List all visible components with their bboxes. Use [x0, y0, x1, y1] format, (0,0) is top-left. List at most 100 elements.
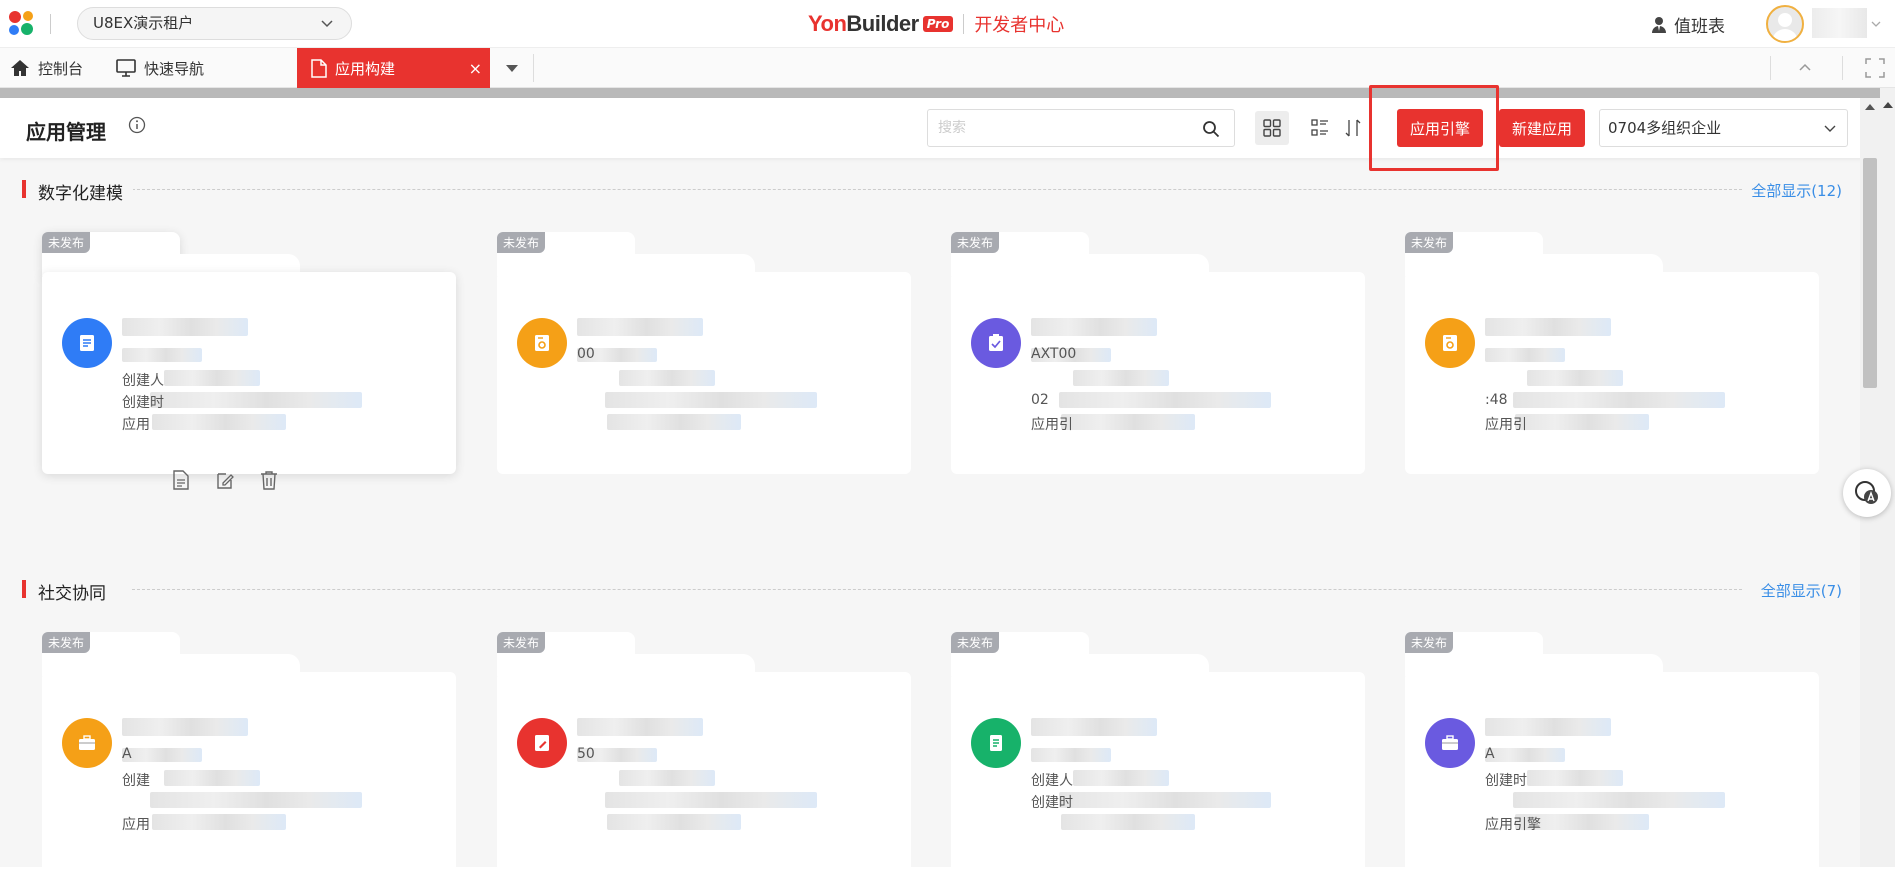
- list-view-button[interactable]: [1303, 111, 1337, 145]
- status-badge: 未发布: [951, 632, 1000, 653]
- brand: YonBuilder Pro 开发者中心: [808, 10, 1064, 38]
- avatar[interactable]: [1766, 5, 1804, 43]
- delete-icon[interactable]: [260, 470, 278, 490]
- form-icon: [80, 335, 94, 351]
- created-time-label: :48: [1485, 392, 1508, 408]
- logo-divider: [50, 14, 51, 34]
- show-all-link[interactable]: 全部显示(7): [1754, 580, 1842, 601]
- app-code-blurred: [1485, 348, 1565, 362]
- app-code-text: 50: [577, 746, 595, 762]
- app-code-blurred: [122, 348, 202, 362]
- monitor-icon: [116, 59, 136, 77]
- app-code-text: A: [122, 746, 132, 762]
- gear-doc-icon: [535, 335, 549, 351]
- app-name-blurred: [122, 718, 248, 736]
- page-title: 应用管理: [26, 120, 106, 144]
- app-engine-label: 应用: [122, 817, 150, 833]
- tenant-label: U8EX演示租户: [93, 14, 194, 32]
- tab-bar: 控制台 快速导航 应用构建 ×: [0, 48, 1895, 88]
- chevron-down-icon: [321, 20, 333, 28]
- tabs-dropdown-icon[interactable]: [498, 56, 526, 80]
- app-name-blurred: [1485, 318, 1611, 336]
- edit-doc-icon: [535, 735, 549, 751]
- app-card[interactable]: 未发布 00: [497, 232, 911, 474]
- created-time-label: 02: [1031, 392, 1049, 408]
- creator-blurred: [164, 370, 260, 386]
- app-engine-label: 应用引: [1485, 417, 1527, 433]
- app-name-blurred: [1031, 318, 1157, 336]
- app-engine-label: 应用引擎: [1485, 817, 1541, 833]
- tab-quick-nav[interactable]: 快速导航: [116, 48, 204, 88]
- info-icon[interactable]: [128, 116, 146, 134]
- frame-separator: [0, 88, 1895, 98]
- edit-icon[interactable]: [216, 470, 234, 490]
- created-time-blurred: [150, 392, 362, 408]
- user-name-blurred[interactable]: [1812, 8, 1867, 38]
- app-code-blurred: [1485, 748, 1565, 762]
- sort-button[interactable]: [1343, 111, 1363, 145]
- new-app-button[interactable]: 新建应用: [1499, 109, 1585, 147]
- app-name-blurred: [577, 718, 703, 736]
- app-name-blurred: [122, 318, 248, 336]
- sort-icon: [1345, 119, 1361, 137]
- search-icon[interactable]: [1202, 120, 1220, 138]
- app-card[interactable]: 未发布 A 创建 应用: [42, 632, 456, 874]
- app-name-blurred: [577, 318, 703, 336]
- document-icon: [311, 58, 327, 78]
- scrollbar-thumb[interactable]: [1863, 158, 1877, 388]
- app-logo-icon[interactable]: [6, 8, 38, 40]
- section-header: 数字化建模 全部显示(12): [22, 179, 1842, 204]
- assistant-float-button[interactable]: [1843, 469, 1891, 517]
- created-time-blurred: [1513, 392, 1725, 408]
- tab-app-build[interactable]: 应用构建 ×: [297, 48, 490, 88]
- org-selector-value: 0704多组织企业: [1608, 119, 1722, 137]
- close-tab-icon[interactable]: ×: [469, 59, 482, 78]
- app-card[interactable]: 未发布 创建人 创建时 应用: [42, 232, 456, 490]
- creator-blurred: [164, 770, 260, 786]
- view-doc-icon[interactable]: [172, 470, 190, 490]
- created-time-label: 创建时: [122, 395, 164, 411]
- scroll-up-arrow[interactable]: [1865, 104, 1875, 110]
- grid-view-icon: [1263, 119, 1281, 137]
- divider: [533, 54, 534, 82]
- duty-schedule-link[interactable]: 值班表: [1650, 12, 1725, 37]
- creator-blurred: [1527, 370, 1623, 386]
- app-engine-blurred: [1515, 414, 1649, 430]
- brand-logo: YonBuilder: [808, 11, 919, 36]
- creator-label: 创建: [122, 773, 150, 789]
- created-time-blurred: [605, 392, 817, 408]
- gear-doc-icon: [1443, 335, 1457, 351]
- assistant-icon: [1855, 481, 1878, 504]
- fullscreen-icon[interactable]: [1865, 58, 1885, 78]
- created-time-blurred: [1059, 392, 1271, 408]
- tab-console[interactable]: 控制台: [10, 48, 83, 88]
- top-bar: U8EX演示租户 YonBuilder Pro 开发者中心 值班表: [0, 0, 1895, 48]
- app-engine-button[interactable]: 应用引擎: [1397, 109, 1483, 147]
- chevron-down-icon[interactable]: [1870, 18, 1882, 30]
- status-badge: 未发布: [42, 632, 91, 653]
- search-input[interactable]: [928, 110, 1178, 146]
- app-card[interactable]: 未发布 :48 应用引: [1405, 232, 1819, 474]
- divider: [1770, 56, 1771, 80]
- created-time-blurred: [150, 792, 362, 808]
- page-header: 应用管理 应用引擎 新建应用 0704多组织企业: [0, 98, 1880, 158]
- tenant-selector[interactable]: U8EX演示租户: [77, 7, 352, 40]
- grid-view-button[interactable]: [1255, 111, 1289, 145]
- app-card[interactable]: 未发布 50: [497, 632, 911, 874]
- created-time-blurred: [1513, 792, 1725, 808]
- scroll-up-arrow[interactable]: [1883, 102, 1893, 108]
- app-icon: [62, 318, 112, 368]
- org-selector[interactable]: 0704多组织企业: [1599, 109, 1848, 147]
- section-title: 数字化建模: [38, 179, 133, 204]
- show-all-link[interactable]: 全部显示(12): [1745, 180, 1842, 201]
- app-card[interactable]: 未发布 A 创建时 应用引擎: [1405, 632, 1819, 874]
- app-engine-label: 应用: [122, 417, 150, 433]
- chevron-up-icon[interactable]: [1797, 60, 1813, 76]
- app-card[interactable]: 未发布 创建人 创建时: [951, 632, 1365, 874]
- app-engine-blurred: [152, 414, 286, 430]
- status-badge: 未发布: [497, 232, 546, 253]
- app-code-text: A: [1485, 746, 1495, 762]
- search-box[interactable]: [927, 109, 1235, 147]
- app-engine-blurred: [607, 814, 741, 830]
- app-card[interactable]: 未发布 AXT00 02 应用引: [951, 232, 1365, 474]
